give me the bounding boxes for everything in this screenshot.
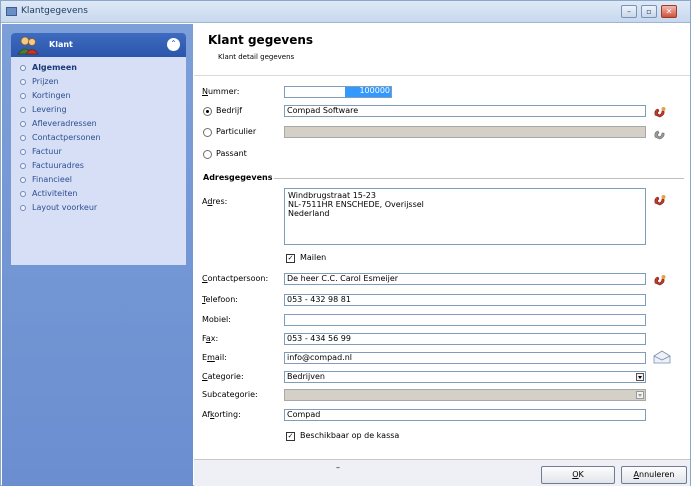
sidebar-item-prijzen[interactable]: Prijzen bbox=[11, 75, 186, 89]
bullet-icon bbox=[20, 191, 26, 197]
section-divider bbox=[274, 178, 684, 179]
task-panel-body: Algemeen Prijzen Kortingen Levering Afle… bbox=[11, 57, 186, 265]
categorie-label: Categorie: bbox=[202, 372, 244, 381]
sidebar-item-label: Activiteiten bbox=[32, 189, 78, 198]
sidebar: Klant ⌃ Algemeen Prijzen Kortingen Lever… bbox=[2, 24, 193, 486]
sidebar-item-kortingen[interactable]: Kortingen bbox=[11, 89, 186, 103]
passant-label: Passant bbox=[216, 149, 247, 158]
maximize-button[interactable]: ▫ bbox=[641, 5, 657, 18]
telefoon-label: Telefoon: bbox=[202, 295, 238, 304]
mailen-checkbox[interactable]: ✓ bbox=[286, 254, 295, 263]
page-subtitle: Klant detail gegevens bbox=[218, 53, 295, 61]
mobiel-label: Mobiel: bbox=[202, 315, 231, 324]
sidebar-item-label: Contactpersonen bbox=[32, 133, 101, 142]
bullet-icon bbox=[20, 163, 26, 169]
sidebar-item-factuuradres[interactable]: Factuuradres bbox=[11, 159, 186, 173]
telephone-icon[interactable] bbox=[653, 274, 667, 286]
close-button[interactable]: ✕ bbox=[661, 5, 677, 18]
afkorting-field[interactable]: Compad bbox=[284, 409, 646, 421]
bullet-icon bbox=[20, 107, 26, 113]
sidebar-item-afleveradressen[interactable]: Afleveradressen bbox=[11, 117, 186, 131]
bullet-icon bbox=[20, 177, 26, 183]
sidebar-item-label: Algemeen bbox=[32, 63, 77, 72]
ok-button[interactable]: OK bbox=[541, 466, 615, 484]
telefoon-field[interactable]: 053 - 432 98 81 bbox=[284, 294, 646, 306]
collapse-icon[interactable]: ⌃ bbox=[167, 38, 180, 51]
sidebar-item-label: Kortingen bbox=[32, 91, 71, 100]
bullet-icon bbox=[20, 93, 26, 99]
email-field[interactable]: info@compad.nl bbox=[284, 352, 646, 364]
mailen-label: Mailen bbox=[300, 253, 327, 262]
telephone-icon[interactable] bbox=[653, 194, 667, 206]
task-panel-title: Klant bbox=[49, 40, 73, 49]
contactpersoon-field[interactable]: De heer C.C. Carol Esmeijer bbox=[284, 273, 646, 285]
bullet-icon bbox=[20, 79, 26, 85]
adres-label: Adres: bbox=[202, 197, 228, 206]
categorie-select[interactable]: Bedrijven bbox=[284, 371, 646, 383]
email-label: Email: bbox=[202, 353, 227, 362]
sidebar-item-label: Financieel bbox=[32, 175, 72, 184]
adres-textarea[interactable]: Windbrugstraat 15-23 NL-7511HR ENSCHEDE,… bbox=[284, 188, 646, 245]
klant-task-panel: Klant ⌃ Algemeen Prijzen Kortingen Lever… bbox=[11, 33, 186, 265]
bullet-icon bbox=[20, 65, 26, 71]
sidebar-item-label: Afleveradressen bbox=[32, 119, 97, 128]
bullet-icon bbox=[20, 149, 26, 155]
window-title: Klantgegevens bbox=[21, 6, 88, 16]
bedrijf-radio[interactable] bbox=[203, 107, 212, 116]
user-group-icon bbox=[17, 36, 39, 55]
afkorting-label: Afkorting: bbox=[202, 410, 241, 419]
mobiel-field[interactable] bbox=[284, 314, 646, 326]
contactpersoon-label: Contactpersoon: bbox=[202, 274, 269, 283]
particulier-field[interactable] bbox=[284, 126, 646, 138]
title-bar: Klantgegevens – ▫ ✕ bbox=[1, 1, 690, 23]
telephone-icon bbox=[654, 130, 665, 140]
nummer-field[interactable]: 100000 bbox=[284, 86, 392, 98]
sidebar-item-algemeen[interactable]: Algemeen bbox=[11, 61, 186, 75]
application-window: Klantgegevens – ▫ ✕ Klant ⌃ Algemeen Pri… bbox=[0, 0, 691, 486]
passant-radio[interactable] bbox=[203, 150, 212, 159]
sidebar-item-label: Factuur bbox=[32, 147, 62, 156]
annuleren-button[interactable]: Annuleren bbox=[621, 466, 687, 484]
sidebar-item-layout-voorkeur[interactable]: Layout voorkeur bbox=[11, 201, 186, 215]
form-content: Nummer: 100000 Bedrijf Compad Software P… bbox=[194, 77, 690, 459]
subcategorie-select[interactable] bbox=[284, 389, 646, 401]
sidebar-item-contactpersonen[interactable]: Contactpersonen bbox=[11, 131, 186, 145]
sidebar-item-levering[interactable]: Levering bbox=[11, 103, 186, 117]
telephone-icon[interactable] bbox=[653, 106, 667, 118]
page-header: Klant gegevens Klant detail gegevens bbox=[194, 24, 690, 76]
bullet-icon bbox=[20, 205, 26, 211]
categorie-value: Bedrijven bbox=[287, 372, 325, 381]
nummer-label: Nummer: bbox=[202, 87, 240, 96]
sidebar-item-label: Layout voorkeur bbox=[32, 203, 98, 212]
particulier-label: Particulier bbox=[216, 127, 257, 136]
page-title: Klant gegevens bbox=[208, 33, 314, 47]
button-bar: – OK Annuleren bbox=[194, 459, 690, 486]
sidebar-item-financieel[interactable]: Financieel bbox=[11, 173, 186, 187]
subcategorie-label: Subcategorie: bbox=[202, 390, 258, 399]
bedrijf-field[interactable]: Compad Software bbox=[284, 105, 646, 117]
bullet-icon bbox=[20, 135, 26, 141]
particulier-radio[interactable] bbox=[203, 128, 212, 137]
nummer-value: 100000 bbox=[345, 87, 391, 97]
fax-field[interactable]: 053 - 434 56 99 bbox=[284, 333, 646, 345]
bullet-icon bbox=[20, 121, 26, 127]
sidebar-item-factuur[interactable]: Factuur bbox=[11, 145, 186, 159]
sidebar-nav: Algemeen Prijzen Kortingen Levering Afle… bbox=[11, 61, 186, 215]
sidebar-item-label: Factuuradres bbox=[32, 161, 84, 170]
bedrijf-label: Bedrijf bbox=[216, 106, 243, 115]
status-dash: – bbox=[336, 463, 340, 472]
minimize-button[interactable]: – bbox=[621, 5, 637, 18]
adresgegevens-heading: Adresgegevens bbox=[203, 173, 273, 182]
sidebar-item-activiteiten[interactable]: Activiteiten bbox=[11, 187, 186, 201]
fax-label: Fax: bbox=[202, 334, 219, 343]
chevron-down-icon[interactable] bbox=[636, 373, 644, 381]
kassa-label: Beschikbaar op de kassa bbox=[300, 431, 400, 440]
kassa-checkbox[interactable]: ✓ bbox=[286, 432, 295, 441]
task-panel-header[interactable]: Klant ⌃ bbox=[11, 33, 186, 57]
sidebar-item-label: Levering bbox=[32, 105, 67, 114]
envelope-icon[interactable] bbox=[653, 350, 671, 364]
chevron-down-icon bbox=[636, 391, 644, 399]
window-app-icon bbox=[6, 7, 17, 16]
sidebar-item-label: Prijzen bbox=[32, 77, 59, 86]
